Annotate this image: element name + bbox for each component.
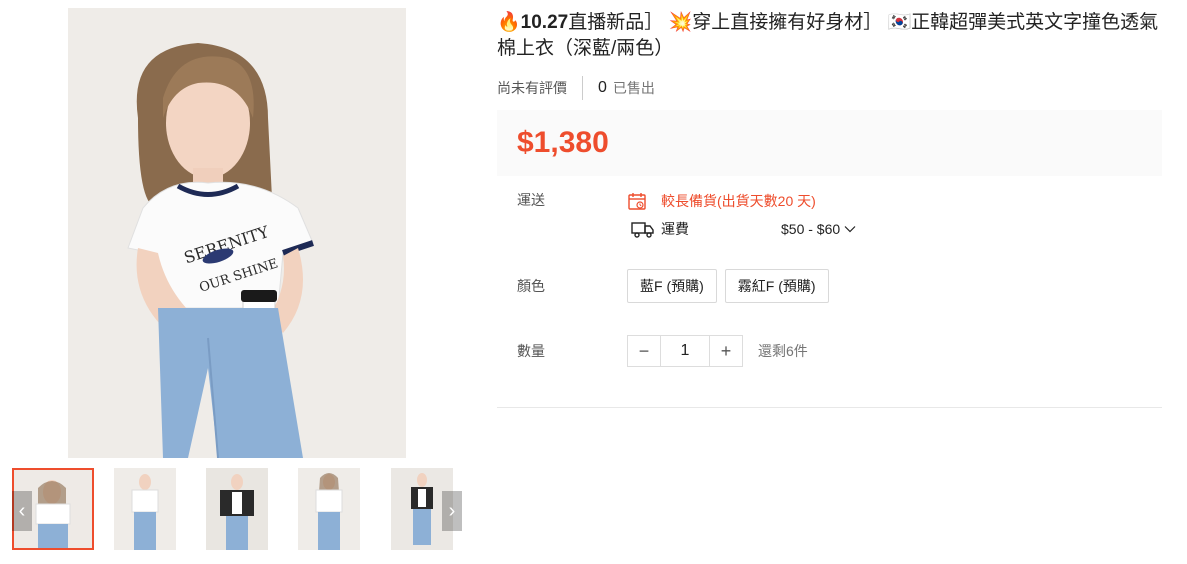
thumbnail-prev-button[interactable]: ‹: [12, 491, 32, 531]
shipping-fee-value: $50 - $60: [781, 221, 841, 237]
shipping-fee-label: 運費: [661, 221, 689, 237]
plus-icon: +: [720, 340, 732, 361]
sold-label: 已售出: [612, 80, 655, 96]
product-title: 🔥10.27直播新品］ 💥穿上直接擁有好身材］ 🇰🇷正韓超彈美式英文字撞色透氣棉…: [497, 12, 1159, 59]
chevron-down-icon: [844, 226, 856, 233]
color-label: 顏色: [517, 278, 545, 294]
sold-count: 0: [598, 79, 607, 96]
product-stats: 尚未有評價 0 已售出: [497, 76, 1162, 100]
price-box: $1,380: [497, 110, 1162, 176]
chevron-right-icon: ›: [448, 500, 456, 522]
section-divider: [497, 407, 1162, 408]
collision-icon: 💥: [668, 12, 693, 33]
main-product-image[interactable]: SERENITY OUR SHINE: [68, 8, 406, 458]
truck-icon: [631, 222, 654, 238]
variant-option-red[interactable]: 霧紅F (預購): [724, 269, 829, 303]
color-row: 顏色 藍F (預購) 霧紅F (預購): [497, 269, 837, 303]
thumbnail-strip: ‹ ›: [12, 468, 464, 550]
shipping-fee-dropdown[interactable]: $50 - $60: [781, 221, 856, 237]
decrease-quantity-button[interactable]: −: [628, 336, 660, 366]
chevron-left-icon: ‹: [18, 500, 26, 522]
minus-icon: −: [638, 340, 650, 361]
product-info: 🔥10.27直播新品］ 💥穿上直接擁有好身材］ 🇰🇷正韓超彈美式英文字撞色透氣棉…: [497, 10, 1162, 176]
thumbnail-4[interactable]: [298, 468, 360, 550]
quantity-label: 數量: [517, 343, 545, 359]
stock-remaining: 還剩6件: [758, 343, 808, 359]
fire-icon: 🔥: [497, 12, 521, 33]
product-page: SERENITY OUR SHINE ‹ › 🔥10.27直播新品］ 💥穿上直接…: [0, 0, 1187, 564]
quantity-input[interactable]: [660, 336, 710, 366]
thumbnail-2[interactable]: [114, 468, 176, 550]
thumbnail-next-button[interactable]: ›: [442, 491, 462, 531]
lead-time-text: 較長備貨(出貨天數20 天): [661, 193, 816, 209]
variant-option-blue[interactable]: 藍F (預購): [627, 269, 717, 303]
rating-text: 尚未有評價: [497, 76, 583, 100]
calendar-icon: [628, 193, 646, 210]
product-price: $1,380: [517, 126, 609, 159]
quantity-row: 數量 − + 還剩6件: [497, 335, 808, 367]
increase-quantity-button[interactable]: +: [710, 336, 742, 366]
thumbnail-3[interactable]: [206, 468, 268, 550]
quantity-stepper: − +: [627, 335, 743, 367]
shipping-label: 運送: [517, 192, 545, 208]
shipping-row: 運送 較長備貨(出貨天數20 天) 運費 $50 - $60: [497, 190, 856, 240]
korea-flag-icon: 🇰🇷: [887, 12, 912, 33]
